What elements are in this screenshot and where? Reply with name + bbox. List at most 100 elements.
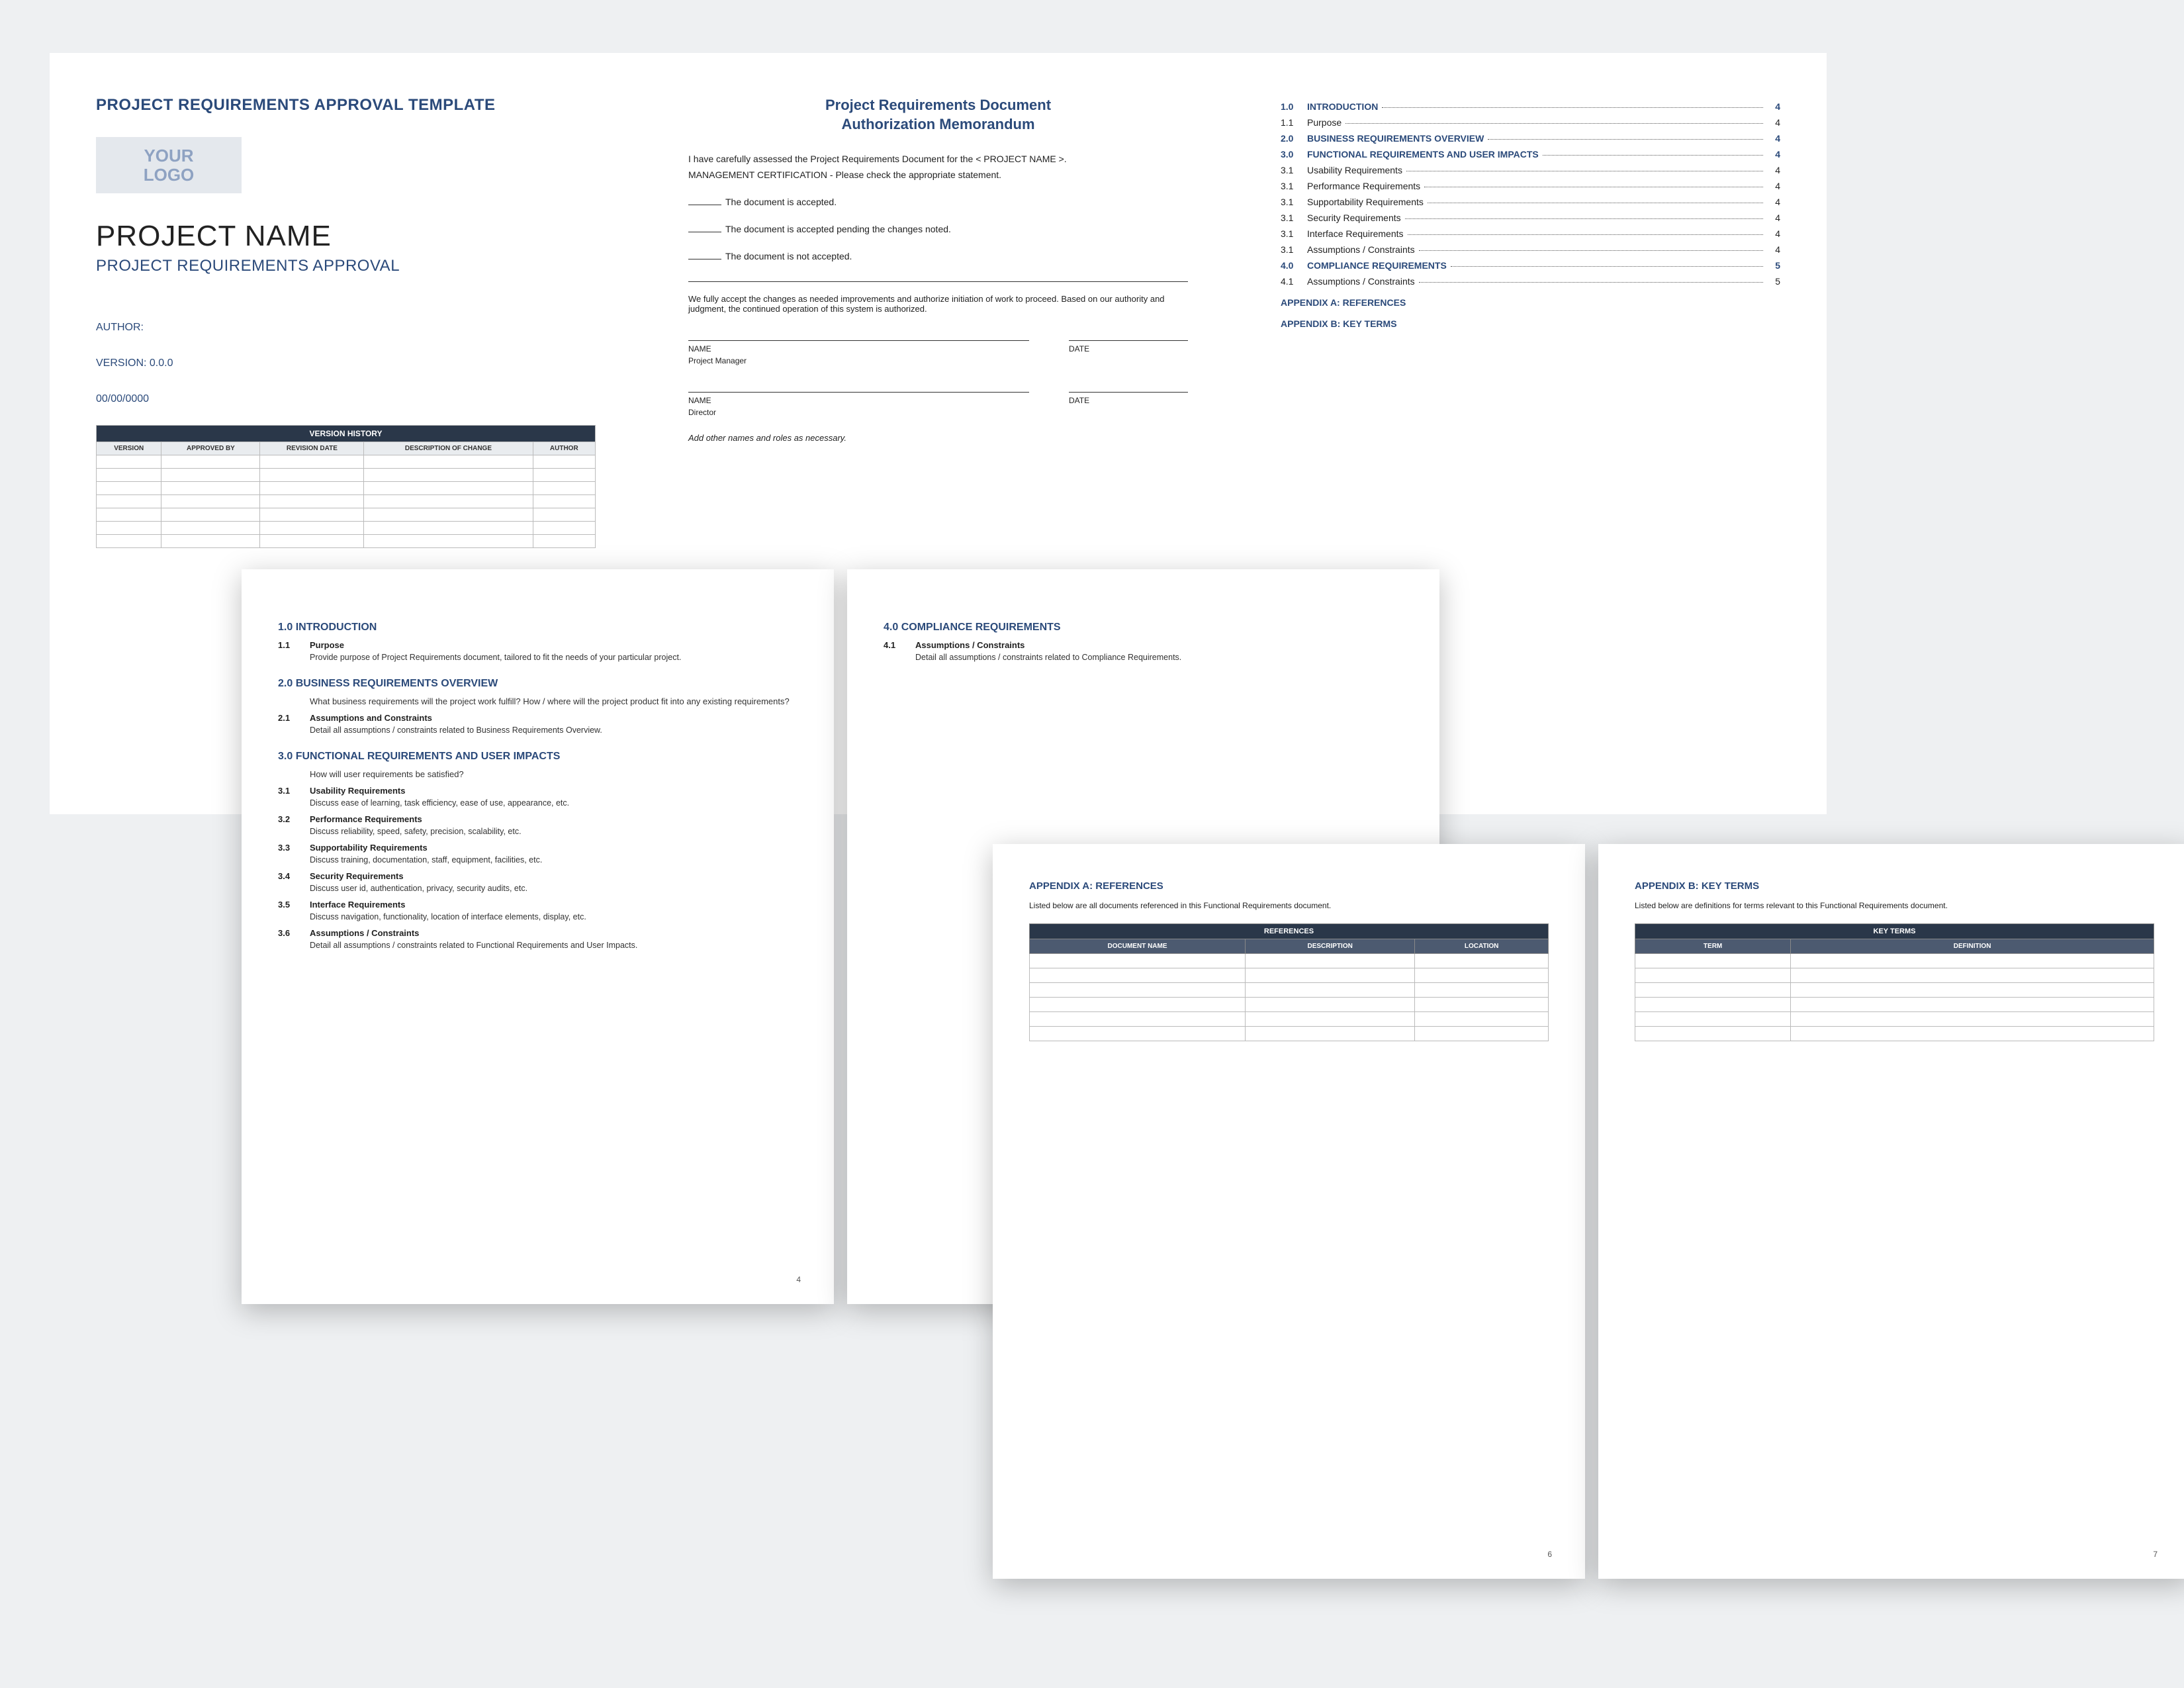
toc-num: 3.1: [1281, 228, 1307, 239]
vh-col-author: AUTHOR: [533, 442, 595, 455]
toc-page: 4: [1767, 181, 1780, 191]
table-row: [97, 469, 596, 482]
sub-title: Supportability Requirements: [310, 843, 428, 853]
toc-row: 3.0FUNCTIONAL REQUIREMENTS AND USER IMPA…: [1281, 149, 1780, 160]
sub-title: Assumptions and Constraints: [310, 713, 432, 723]
toc-num: 3.1: [1281, 212, 1307, 223]
toc-page: 4: [1767, 244, 1780, 255]
auth-title-line2: Authorization Memorandum: [841, 116, 1034, 132]
toc-row: 3.1Supportability Requirements4: [1281, 197, 1780, 207]
appendix-b-title: APPENDIX B: KEY TERMS: [1635, 880, 2154, 892]
logo-placeholder: YOURLOGO: [96, 137, 242, 193]
table-row: [1030, 968, 1549, 983]
table-row: [1030, 954, 1549, 968]
appendix-a-title: APPENDIX A: REFERENCES: [1029, 880, 1549, 892]
sub-desc: Detail all assumptions / constraints rel…: [310, 726, 797, 735]
sub-num: 1.1: [278, 640, 298, 650]
table-row: [1635, 968, 2154, 983]
toc-dots: [1345, 123, 1763, 124]
project-name: PROJECT NAME: [96, 220, 596, 253]
toc-dots: [1382, 107, 1763, 108]
vh-title: VERSION HISTORY: [97, 426, 596, 442]
toc-page: 4: [1767, 165, 1780, 175]
toc-label: Purpose: [1307, 117, 1342, 128]
section-1-heading: 1.0 INTRODUCTION: [278, 622, 797, 633]
logo-line1: YOUR: [144, 146, 193, 165]
sig-dir-label: Director: [688, 408, 1029, 417]
toc-appendix-a: APPENDIX A: REFERENCES: [1281, 297, 1780, 308]
appendix-b-desc: Listed below are definitions for terms r…: [1635, 901, 2154, 910]
terms-col-def: DEFINITION: [1791, 939, 2154, 954]
toc-label: Supportability Requirements: [1307, 197, 1424, 207]
toc-row: 4.0COMPLIANCE REQUIREMENTS5: [1281, 260, 1780, 271]
toc-page: 4: [1767, 149, 1780, 160]
sub-num: 3.4: [278, 871, 298, 881]
table-row: [1030, 998, 1549, 1012]
toc-page: 4: [1767, 212, 1780, 223]
toc-dots: [1405, 218, 1763, 219]
auth-add-other: Add other names and roles as necessary.: [688, 433, 1188, 443]
table-row: [97, 508, 596, 522]
toc-label: Interface Requirements: [1307, 228, 1404, 239]
toc-num: 3.1: [1281, 197, 1307, 207]
refs-col-name: DOCUMENT NAME: [1030, 939, 1246, 954]
page-number: 7: [2153, 1550, 2158, 1559]
toc-label: FUNCTIONAL REQUIREMENTS AND USER IMPACTS: [1307, 149, 1539, 160]
page-body: 1.0 INTRODUCTION 1.1Purpose Provide purp…: [242, 569, 834, 1304]
sig-date-label: DATE: [1069, 344, 1188, 353]
sub-title: Performance Requirements: [310, 814, 422, 824]
vh-col-desc: DESCRIPTION OF CHANGE: [364, 442, 533, 455]
page-number: 6: [1547, 1550, 1552, 1559]
toc-page: 5: [1767, 276, 1780, 287]
project-subtitle: PROJECT REQUIREMENTS APPROVAL: [96, 257, 596, 275]
sub-num: 2.1: [278, 713, 298, 723]
sub-num: 3.6: [278, 928, 298, 938]
section-4-heading: 4.0 COMPLIANCE REQUIREMENTS: [884, 622, 1403, 633]
toc-dots: [1488, 139, 1763, 140]
table-row: [97, 535, 596, 548]
sub-title: Usability Requirements: [310, 786, 406, 796]
date-label: 00/00/0000: [96, 393, 596, 405]
table-row: [97, 495, 596, 508]
toc-dots: [1419, 282, 1763, 283]
signature-row-director: NAME Director DATE: [688, 392, 1188, 417]
table-row: [1030, 1012, 1549, 1027]
page-references: APPENDIX A: REFERENCES Listed below are …: [993, 844, 1585, 1579]
sub-title: Purpose: [310, 640, 344, 650]
toc-page: 4: [1767, 133, 1780, 144]
table-row: [1030, 983, 1549, 998]
toc-num: 4.1: [1281, 276, 1307, 287]
sub-desc: Discuss ease of learning, task efficienc…: [310, 798, 797, 808]
section-3-heading: 3.0 FUNCTIONAL REQUIREMENTS AND USER IMP…: [278, 751, 797, 763]
toc-num: 4.0: [1281, 260, 1307, 271]
vh-col-approved: APPROVED BY: [161, 442, 260, 455]
sub-desc: Detail all assumptions / constraints rel…: [310, 941, 797, 950]
toc-label: COMPLIANCE REQUIREMENTS: [1307, 260, 1447, 271]
terms-table-title: KEY TERMS: [1635, 924, 2154, 939]
terms-col-term: TERM: [1635, 939, 1791, 954]
table-row: [97, 522, 596, 535]
key-terms-table: KEY TERMS TERM DEFINITION: [1635, 923, 2154, 1041]
sub-desc: Discuss user id, authentication, privacy…: [310, 884, 797, 893]
sig-date-label: DATE: [1069, 396, 1188, 405]
toc-page: 4: [1767, 117, 1780, 128]
auth-option-notaccepted: The document is not accepted.: [688, 251, 1188, 261]
signature-row-pm: NAME Project Manager DATE: [688, 340, 1188, 365]
auth-accept-text: We fully accept the changes as needed im…: [688, 294, 1188, 314]
toc-page: 4: [1767, 101, 1780, 112]
sub-title: Assumptions / Constraints: [310, 928, 419, 938]
toc-label: Assumptions / Constraints: [1307, 244, 1415, 255]
table-row: [1635, 998, 2154, 1012]
toc-label: Usability Requirements: [1307, 165, 1402, 175]
toc-dots: [1419, 250, 1763, 251]
toc-row: 1.1Purpose4: [1281, 117, 1780, 128]
toc-row: 3.1Interface Requirements4: [1281, 228, 1780, 239]
auth-cert: MANAGEMENT CERTIFICATION - Please check …: [688, 169, 1188, 180]
sub-num: 3.3: [278, 843, 298, 853]
auth-title: Project Requirements Document Authorizat…: [688, 96, 1188, 134]
sub-num: 3.2: [278, 814, 298, 824]
page-number: 4: [796, 1275, 801, 1284]
toc-num: 1.0: [1281, 101, 1307, 112]
version-history-table: VERSION HISTORY VERSION APPROVED BY REVI…: [96, 425, 596, 548]
sub-title: Security Requirements: [310, 871, 404, 881]
